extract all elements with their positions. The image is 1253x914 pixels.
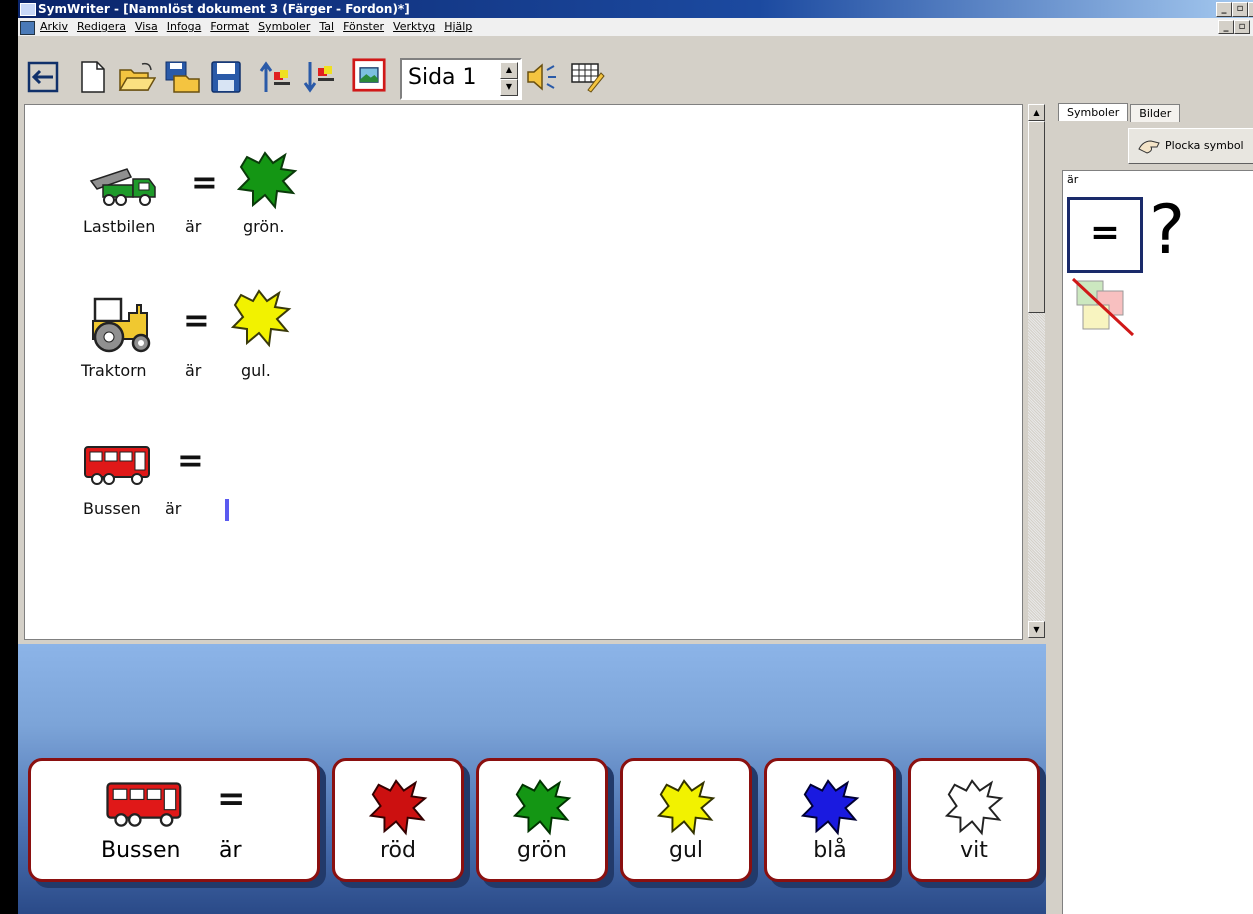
document-area[interactable]: = Lastbilen är grön. = Traktorn är gul. — [24, 104, 1023, 640]
color-label-rod: röd — [380, 838, 416, 863]
menu-tal[interactable]: Tal — [319, 18, 334, 36]
selected-word: är — [1067, 173, 1079, 186]
speaker-icon[interactable] — [524, 60, 560, 94]
save-all-icon[interactable] — [164, 60, 202, 94]
equals-symbol: = — [177, 441, 204, 479]
page-selector[interactable]: Sida 1 ▲ ▼ — [400, 58, 522, 100]
doc-word-gul: gul. — [241, 361, 271, 380]
green-splash-symbol — [236, 151, 298, 210]
card-word-bussen: Bussen — [101, 838, 181, 863]
color-card-gron[interactable]: grön — [476, 758, 608, 882]
doc-word-gron: grön. — [243, 217, 285, 236]
bus-symbol — [106, 782, 182, 827]
close-button[interactable]: × — [1248, 2, 1253, 17]
move-down-icon[interactable] — [302, 60, 338, 94]
white-splash-icon — [944, 779, 1004, 836]
back-icon[interactable] — [26, 60, 60, 94]
document-scrollbar[interactable]: ▲ ▼ — [1028, 104, 1045, 638]
card-word-ar: är — [219, 838, 242, 863]
page-up-button[interactable]: ▲ — [500, 62, 518, 79]
red-splash-icon — [368, 779, 428, 836]
color-card-rod[interactable]: röd — [332, 758, 464, 882]
color-card-gul[interactable]: gul — [620, 758, 752, 882]
pick-symbol-button[interactable]: Plocka symbol — [1128, 128, 1253, 164]
page-label: Sida 1 — [408, 65, 477, 90]
color-card-vit[interactable]: vit — [908, 758, 1040, 882]
symbol-alternatives-list[interactable]: är = ? — [1062, 170, 1253, 914]
tab-symboler[interactable]: Symboler — [1058, 103, 1129, 121]
scroll-thumb[interactable] — [1028, 121, 1045, 313]
equals-symbol: = — [183, 301, 210, 339]
doc-word-ar: är — [185, 217, 202, 236]
no-symbol-icon[interactable] — [1069, 277, 1135, 339]
symbol-option-question[interactable]: ? — [1149, 191, 1185, 271]
symbol-panel: Symboler Bilder Plocka symbol är = ? — [1048, 100, 1253, 914]
sentence-card[interactable]: = Bussen är — [28, 758, 320, 882]
blue-splash-icon — [800, 779, 860, 836]
doc-restore-button[interactable]: ▫ — [1234, 20, 1250, 34]
scroll-down-button[interactable]: ▼ — [1028, 621, 1045, 638]
color-label-gron: grön — [517, 838, 567, 863]
menu-visa[interactable]: Visa — [135, 18, 158, 36]
doc-minimize-button[interactable]: _ — [1218, 20, 1234, 34]
window-title: SymWriter - [Namnlöst dokument 3 (Färger… — [38, 2, 410, 16]
doc-word-ar: är — [165, 499, 182, 518]
color-card-bla[interactable]: blå — [764, 758, 896, 882]
symbol-option-equals[interactable]: = — [1067, 197, 1143, 273]
communication-grid: = Bussen är röd grön gul blå vit — [18, 644, 1046, 914]
yellow-splash-icon — [656, 779, 716, 836]
doc-word-traktorn: Traktorn — [81, 361, 147, 380]
save-icon[interactable] — [210, 60, 242, 94]
app-window: SymWriter - [Namnlöst dokument 3 (Färger… — [18, 0, 1253, 914]
new-document-icon[interactable] — [78, 60, 108, 94]
toolbar — [18, 36, 1253, 100]
restore-button[interactable]: ▫ — [1232, 2, 1248, 17]
doc-word-lastbilen: Lastbilen — [83, 217, 156, 236]
menu-fonster[interactable]: Fönster — [343, 18, 384, 36]
doc-word-ar: är — [185, 361, 202, 380]
title-bar: SymWriter - [Namnlöst dokument 3 (Färger… — [18, 0, 1253, 18]
menu-infoga[interactable]: Infoga — [167, 18, 202, 36]
text-cursor — [225, 499, 229, 521]
menu-arkiv[interactable]: Arkiv — [40, 18, 68, 36]
document-icon[interactable] — [20, 21, 35, 35]
bus-symbol — [84, 446, 150, 485]
color-label-gul: gul — [668, 838, 704, 863]
menu-bar: Arkiv Redigera Visa Infoga Format Symbol… — [18, 18, 1253, 36]
app-icon[interactable] — [20, 3, 36, 16]
yellow-splash-symbol — [230, 289, 292, 348]
keyboard-edit-icon[interactable] — [570, 60, 606, 94]
color-label-vit: vit — [960, 838, 988, 863]
truck-symbol — [89, 168, 156, 206]
move-up-icon[interactable] — [258, 60, 294, 94]
minimize-button[interactable]: _ — [1216, 2, 1232, 17]
equals-symbol: = — [191, 163, 218, 201]
menu-format[interactable]: Format — [210, 18, 249, 36]
menu-symboler[interactable]: Symboler — [258, 18, 310, 36]
hand-pointer-icon — [1138, 140, 1160, 154]
equals-symbol: = — [1089, 212, 1121, 253]
green-splash-icon — [512, 779, 572, 836]
menu-verktyg[interactable]: Verktyg — [393, 18, 435, 36]
tractor-symbol — [92, 297, 151, 353]
tab-bilder[interactable]: Bilder — [1130, 104, 1181, 122]
doc-word-bussen: Bussen — [83, 499, 141, 518]
open-folder-icon[interactable] — [118, 60, 156, 94]
equals-symbol: = — [217, 779, 246, 819]
pick-symbol-label: Plocka symbol — [1165, 139, 1244, 152]
scroll-up-button[interactable]: ▲ — [1028, 104, 1045, 121]
menu-hjalp[interactable]: Hjälp — [444, 18, 472, 36]
page-down-button[interactable]: ▼ — [500, 79, 518, 96]
menu-redigera[interactable]: Redigera — [77, 18, 126, 36]
picture-mode-icon[interactable] — [350, 58, 388, 92]
color-label-bla: blå — [813, 838, 847, 863]
